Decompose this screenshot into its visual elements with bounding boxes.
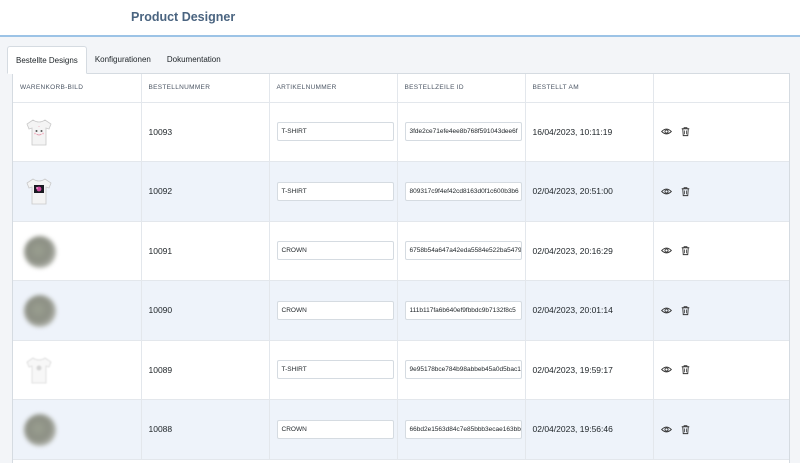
eye-icon[interactable] — [660, 245, 672, 256]
trash-icon[interactable] — [680, 245, 691, 256]
table-row: ~ 10093 T-SHIRT 3fde2ce71efe4ee8b768f591… — [13, 102, 789, 162]
eye-icon[interactable] — [660, 126, 672, 137]
table-row: 10091 CROWN 6758b54a647a42eda5584e522ba5… — [13, 221, 789, 281]
eye-icon[interactable] — [660, 364, 672, 375]
sku-field[interactable]: CROWN — [276, 241, 394, 261]
order-number: 10091 — [141, 221, 270, 281]
cart-image-photo[interactable] — [20, 291, 58, 329]
column-header-line-id[interactable]: BESTELLZEILE ID — [397, 74, 526, 103]
cart-image-photo[interactable] — [20, 410, 58, 448]
line-id-field[interactable]: 809317c9f4ef42cd8163d0f1c600b3b6 — [404, 181, 522, 201]
trash-icon[interactable] — [680, 126, 691, 137]
cart-image-tshirt[interactable] — [20, 351, 58, 389]
order-number: 10093 — [141, 102, 270, 162]
page-title: Product Designer — [131, 10, 236, 24]
cart-image-tshirt[interactable]: ~ — [20, 113, 58, 151]
line-id-field[interactable]: 6758b54a647a42eda5584e522ba54797 — [404, 241, 522, 261]
cart-image-tshirt[interactable] — [20, 172, 58, 210]
trash-icon[interactable] — [680, 305, 691, 316]
trash-icon[interactable] — [680, 186, 691, 197]
blurred-photo-image — [24, 414, 56, 447]
line-id-field[interactable]: 9e95178bce784b98abbeb45a0d5bac1c — [404, 360, 522, 380]
top-bar: Product Designer — [0, 0, 800, 37]
column-header-cart-image[interactable]: WARENKORB-BILD — [13, 74, 142, 103]
tab-bar: Bestellte Designs Konfigurationen Dokume… — [7, 46, 229, 74]
table-row: 10090 CROWN 111b117fa6b640ef9fbbdc9b7132… — [13, 280, 789, 341]
blurred-photo-image — [24, 295, 56, 328]
order-number: 10088 — [141, 399, 270, 460]
sku-field[interactable]: T-SHIRT — [276, 360, 394, 380]
table-row: 10088 CROWN 66bd2e1563d84c7e85bbb3ecae16… — [13, 399, 789, 460]
svg-text:~: ~ — [38, 124, 40, 128]
sku-field[interactable]: CROWN — [276, 419, 394, 439]
tab-bestellte-designs[interactable]: Bestellte Designs — [7, 46, 87, 74]
column-header-article-number[interactable]: ARTIKELNUMMER — [269, 74, 398, 103]
ordered-at: 02/04/2023, 19:56:46 — [525, 399, 654, 460]
trash-icon[interactable] — [680, 424, 691, 435]
ordered-at: 02/04/2023, 20:51:00 — [525, 161, 654, 222]
line-id-field[interactable]: 3fde2ce71efe4ee8b768f591043dee6f — [404, 122, 522, 142]
column-header-ordered-at[interactable]: BESTELLT AM — [525, 74, 654, 103]
eye-icon[interactable] — [660, 424, 672, 435]
column-header-order-number[interactable]: BESTELLNUMMER — [141, 74, 270, 103]
table-header-row: WARENKORB-BILD BESTELLNUMMER ARTIKELNUMM… — [13, 74, 789, 103]
sku-field[interactable]: CROWN — [276, 300, 394, 320]
trash-icon[interactable] — [680, 364, 691, 375]
column-header-actions — [653, 74, 789, 103]
blurred-photo-image — [24, 235, 56, 268]
tab-dokumentation[interactable]: Dokumentation — [159, 46, 229, 74]
table-row: 10089 T-SHIRT 9e95178bce784b98abbeb45a0d… — [13, 340, 789, 400]
sku-field[interactable]: T-SHIRT — [276, 122, 394, 142]
tshirt-image — [26, 357, 52, 384]
order-number: 10092 — [141, 161, 270, 222]
line-id-field[interactable]: 66bd2e1563d84c7e85bbb3ecae163bb8 — [404, 419, 522, 439]
line-id-field[interactable]: 111b117fa6b640ef9fbbdc9b7132f8c5 — [404, 300, 522, 320]
tab-konfigurationen[interactable]: Konfigurationen — [87, 46, 159, 74]
tshirt-image: ~ — [26, 119, 52, 146]
order-number: 10089 — [141, 340, 270, 400]
ordered-at: 16/04/2023, 10:11:19 — [525, 102, 654, 162]
order-number: 10090 — [141, 280, 270, 341]
sku-field[interactable]: T-SHIRT — [276, 181, 394, 201]
cart-image-photo[interactable] — [20, 232, 58, 270]
tshirt-image — [26, 178, 52, 205]
ordered-at: 02/04/2023, 20:01:14 — [525, 280, 654, 341]
table-row: 10092 T-SHIRT 809317c9f4ef42cd8163d0f1c6… — [13, 161, 789, 222]
ordered-at: 02/04/2023, 20:16:29 — [525, 221, 654, 281]
orders-table: WARENKORB-BILD BESTELLNUMMER ARTIKELNUMM… — [13, 74, 789, 460]
eye-icon[interactable] — [660, 305, 672, 316]
eye-icon[interactable] — [660, 186, 672, 197]
ordered-at: 02/04/2023, 19:59:17 — [525, 340, 654, 400]
orders-panel: WARENKORB-BILD BESTELLNUMMER ARTIKELNUMM… — [12, 73, 790, 463]
